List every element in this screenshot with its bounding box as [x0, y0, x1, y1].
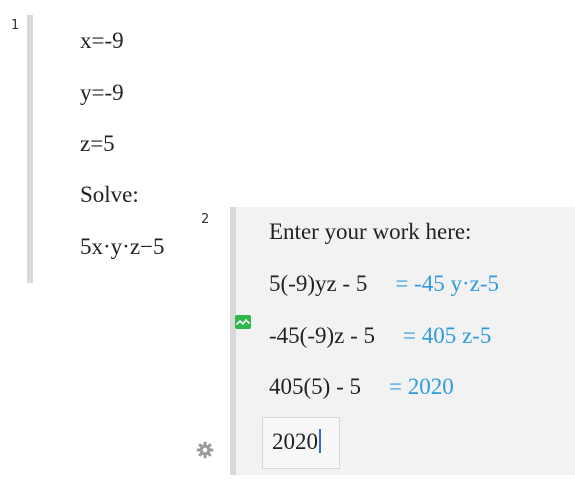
answer-input[interactable]: 2020 — [262, 417, 340, 469]
cell-2-bar — [230, 207, 236, 475]
graph-icon[interactable] — [235, 315, 251, 329]
step-1-result: = -45 y·z-5 — [395, 271, 500, 296]
expression: 5x·y·z−5 — [80, 234, 165, 259]
work-prompt: Enter your work here: — [269, 219, 472, 244]
cell-number-2: 2 — [201, 212, 210, 227]
step-3-result: = 2020 — [388, 374, 454, 399]
work-step-1[interactable]: 5(-9)yz - 5 = -45 y·z-5 — [269, 270, 499, 298]
step-1-input: 5(-9)yz - 5 — [269, 271, 368, 296]
work-step-3[interactable]: 405(5) - 5 = 2020 — [269, 373, 454, 401]
text-caret — [319, 429, 321, 453]
definition-z: z=5 — [80, 131, 115, 156]
gear-icon[interactable] — [196, 441, 214, 459]
definition-y: y=-9 — [80, 80, 124, 105]
step-2-result: = 405 z-5 — [403, 323, 492, 348]
definition-x: x=-9 — [80, 28, 124, 53]
answer-input-value: 2020 — [272, 429, 318, 454]
work-step-2[interactable]: -45(-9)z - 5 = 405 z-5 — [269, 322, 491, 350]
step-2-input: -45(-9)z - 5 — [269, 323, 376, 348]
cell-number-1: 1 — [11, 18, 20, 33]
solve-label: Solve: — [80, 182, 139, 207]
cell-1-bar — [27, 15, 33, 283]
step-3-input: 405(5) - 5 — [269, 374, 361, 399]
